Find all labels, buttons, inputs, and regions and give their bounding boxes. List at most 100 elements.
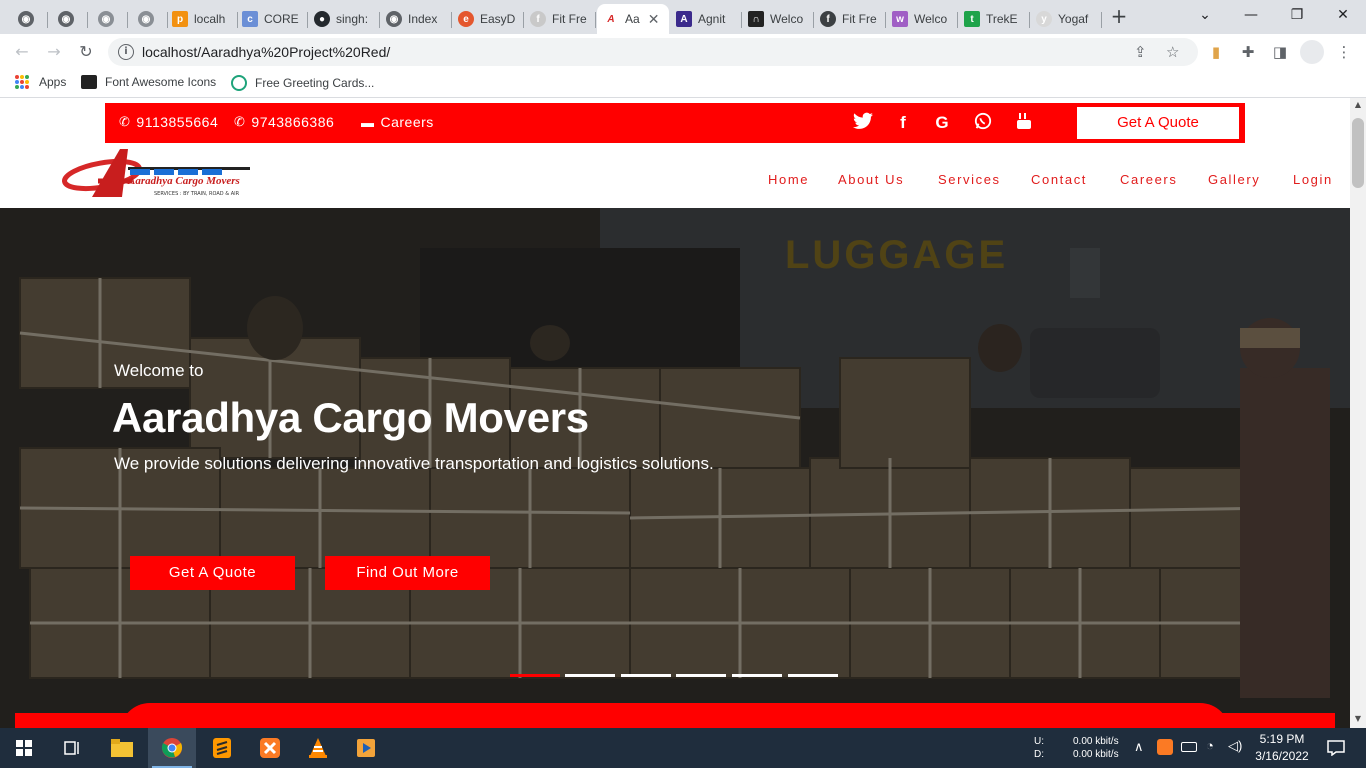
tab-5[interactable]: p localh: [166, 4, 238, 34]
nav-login[interactable]: Login: [1293, 172, 1333, 187]
globe-icon: ◉: [98, 11, 114, 27]
facebook-icon[interactable]: f: [892, 112, 914, 134]
globe-icon: ◉: [386, 11, 402, 27]
nav-careers[interactable]: Careers: [1120, 172, 1177, 187]
slide-indicator[interactable]: [732, 674, 782, 677]
scroll-up-icon[interactable]: ▲: [1350, 100, 1366, 109]
whatsapp-icon[interactable]: [972, 112, 994, 134]
tab-label: Agnit: [698, 12, 726, 26]
restore-button[interactable]: ❐: [1274, 0, 1320, 30]
tab-10[interactable]: f Fit Fre: [524, 4, 596, 34]
side-panel-icon[interactable]: ◨: [1268, 40, 1292, 64]
profile-avatar[interactable]: [1300, 40, 1324, 64]
net-up-label: U:: [1034, 736, 1044, 747]
bookmark-label: Font Awesome Icons: [105, 75, 217, 89]
notifications-icon[interactable]: [1312, 728, 1360, 768]
slide-indicator[interactable]: [621, 674, 671, 677]
media-player-icon[interactable]: [342, 728, 390, 768]
close-tab-icon[interactable]: ✕: [648, 11, 660, 28]
minimize-button[interactable]: —: [1228, 0, 1274, 30]
bookmark-star-icon[interactable]: ☆: [1166, 43, 1179, 61]
slide-indicator[interactable]: [788, 674, 838, 677]
show-hidden-icons[interactable]: ∧: [1134, 739, 1144, 755]
browser-tab-bar: ◉ ◉ ◉ ◉ p localh c CORE ● singh: ◉ Index e Ea…: [0, 0, 1366, 34]
wifi-icon[interactable]: ◔: [1206, 738, 1214, 753]
nav-services[interactable]: Services: [938, 172, 1001, 187]
extension-icon[interactable]: ▮: [1204, 40, 1228, 64]
site-logo[interactable]: Aaradhya Cargo Movers SERVICES : BY TRAI…: [62, 145, 252, 203]
new-tab-button[interactable]: +: [1108, 6, 1130, 28]
tab-1[interactable]: ◉: [12, 4, 48, 34]
tab-label: Fit Fre: [842, 12, 877, 26]
nav-gallery[interactable]: Gallery: [1208, 172, 1260, 187]
hero-find-out-more-button[interactable]: Find Out More: [325, 556, 490, 590]
bookmark-greeting-cards[interactable]: Free Greeting Cards...: [231, 75, 374, 91]
tab-17[interactable]: y Yogaf: [1030, 4, 1102, 34]
twitter-icon[interactable]: [852, 112, 874, 134]
tab-8[interactable]: ◉ Index: [380, 4, 452, 34]
agnit-icon: A: [676, 11, 692, 27]
back-button[interactable]: ←: [10, 40, 34, 64]
browser-toolbar: ← → ↻ i localhost/Aaradhya%20Project%20R…: [0, 34, 1366, 70]
scroll-down-icon[interactable]: ▼: [1350, 714, 1366, 723]
tab-3[interactable]: ◉: [92, 4, 128, 34]
tab-12[interactable]: A Agnit: [670, 4, 742, 34]
forward-button[interactable]: →: [42, 40, 66, 64]
tab-15[interactable]: w Welco: [886, 4, 958, 34]
xampp-icon[interactable]: [246, 728, 294, 768]
hero-subtitle: We provide solutions delivering innovati…: [114, 454, 714, 473]
page-scrollbar[interactable]: ▲ ▼: [1350, 98, 1366, 728]
tab-9[interactable]: e EasyD: [452, 4, 524, 34]
battery-icon[interactable]: [1181, 742, 1197, 752]
xampp-tray-icon[interactable]: [1157, 739, 1173, 755]
windows-start-icon[interactable]: [0, 728, 48, 768]
share-icon[interactable]: ⇪: [1134, 43, 1147, 61]
close-window-button[interactable]: ✕: [1320, 0, 1366, 30]
chrome-taskbar-icon[interactable]: [148, 728, 196, 768]
trek-icon: t: [964, 11, 980, 27]
reload-button[interactable]: ↻: [74, 40, 98, 64]
net-down-label: D:: [1034, 749, 1044, 760]
url-text[interactable]: localhost/Aaradhya%20Project%20Red/: [142, 44, 390, 60]
slide-indicator[interactable]: [565, 674, 615, 677]
bookmark-font-awesome[interactable]: Font Awesome Icons: [81, 75, 216, 89]
vlc-icon[interactable]: [294, 728, 342, 768]
tab-search-icon[interactable]: ⌄: [1182, 0, 1228, 30]
taskbar-date[interactable]: 3/16/2022: [1250, 749, 1314, 763]
slide-indicator[interactable]: [676, 674, 726, 677]
tab-4[interactable]: ◉: [132, 4, 168, 34]
file-explorer-icon[interactable]: [98, 728, 146, 768]
extensions-puzzle-icon[interactable]: ✚: [1236, 40, 1260, 64]
youtube-icon[interactable]: [1013, 112, 1035, 134]
tab-7[interactable]: ● singh:: [308, 4, 380, 34]
bookmark-apps[interactable]: Apps: [15, 75, 66, 89]
logo-tagline: SERVICES : BY TRAIN, ROAD & AIR: [154, 191, 240, 197]
task-view-icon[interactable]: [48, 728, 96, 768]
site-info-icon[interactable]: i: [118, 44, 134, 60]
tab-2[interactable]: ◉: [52, 4, 88, 34]
tab-14[interactable]: f Fit Fre: [814, 4, 886, 34]
taskbar-time[interactable]: 5:19 PM: [1254, 732, 1310, 746]
tab-label: Aa: [625, 12, 640, 26]
phone-2[interactable]: ✆ 9743866386: [234, 114, 334, 130]
sublime-text-icon[interactable]: [198, 728, 246, 768]
slide-indicator[interactable]: [510, 674, 560, 677]
tab-13[interactable]: ∩ Welco: [742, 4, 814, 34]
careers-link[interactable]: ▬ Careers: [361, 114, 434, 130]
logo-name: Aaradhya Cargo Movers: [128, 175, 240, 187]
menu-icon[interactable]: ⋮: [1332, 40, 1356, 64]
tab-active[interactable]: A Aa ✕: [597, 4, 669, 34]
scrollbar-thumb[interactable]: [1352, 118, 1364, 188]
get-quote-top-button[interactable]: Get A Quote: [1077, 107, 1239, 139]
nav-about-us[interactable]: About Us: [838, 172, 904, 187]
address-bar[interactable]: i localhost/Aaradhya%20Project%20Red/ ⇪ …: [108, 38, 1198, 66]
tab-16[interactable]: t TrekE: [958, 4, 1030, 34]
phone-1[interactable]: ✆ 9113855664: [119, 114, 218, 130]
google-icon[interactable]: G: [931, 112, 953, 134]
nav-contact[interactable]: Contact: [1031, 172, 1087, 187]
nav-home[interactable]: Home: [768, 172, 809, 187]
volume-icon[interactable]: ◁): [1228, 738, 1242, 754]
hero-get-quote-button[interactable]: Get A Quote: [130, 556, 295, 590]
tab-6[interactable]: c CORE: [236, 4, 308, 34]
phpmyadmin-icon: p: [172, 11, 188, 27]
